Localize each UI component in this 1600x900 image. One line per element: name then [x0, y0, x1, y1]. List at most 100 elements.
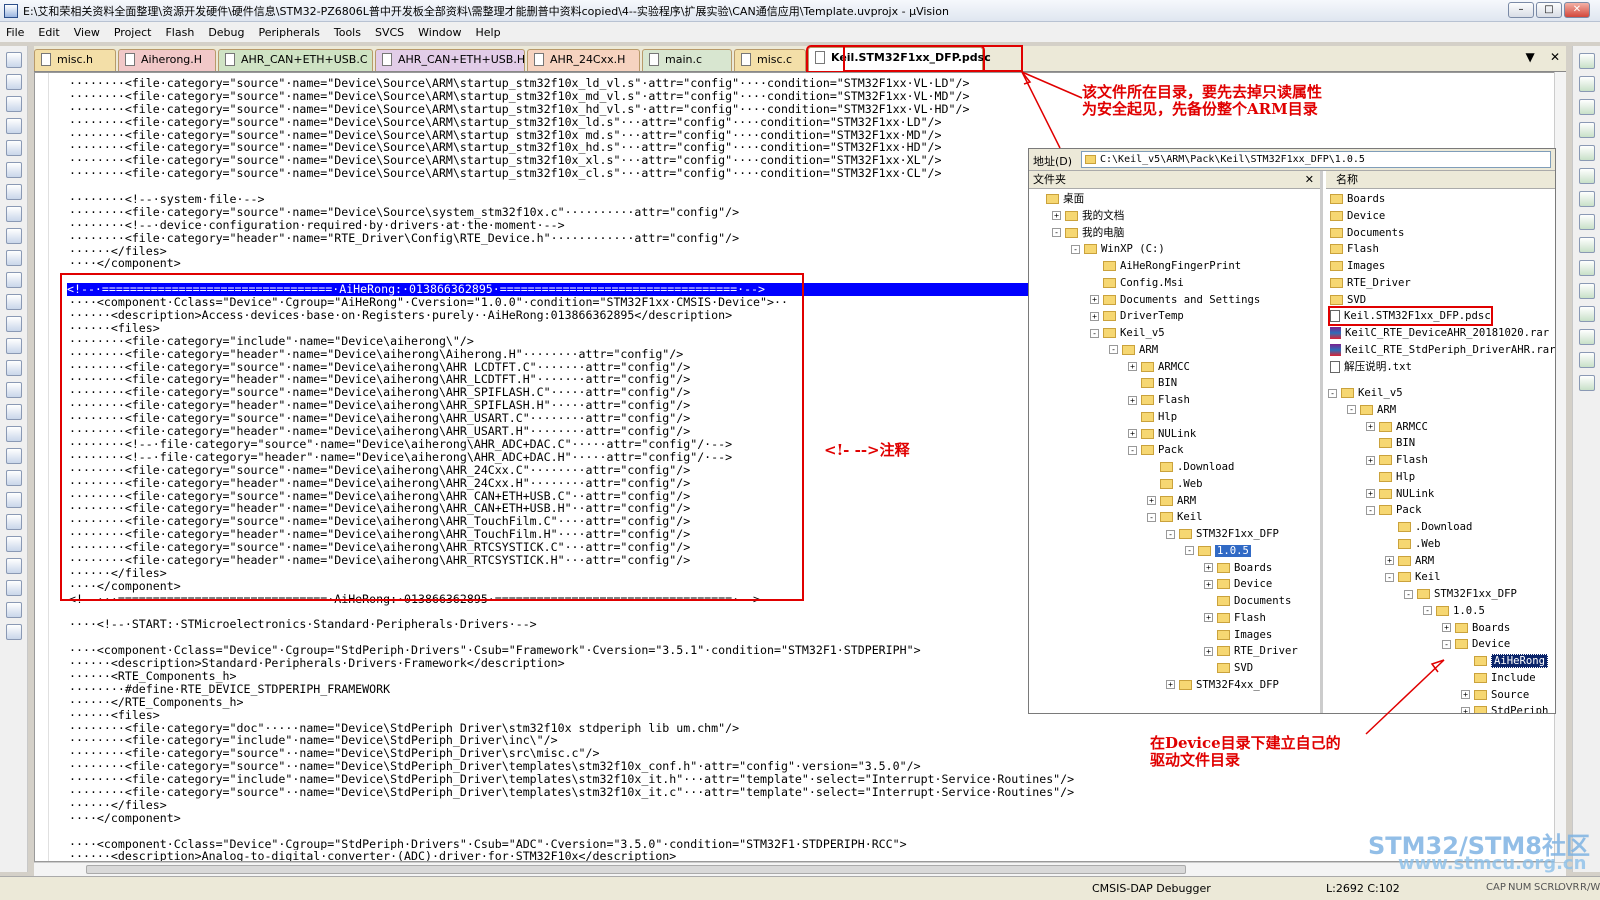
tree-item[interactable]: + ARMCC: [1366, 419, 1428, 435]
tree-item[interactable]: - 1.0.5: [1185, 543, 1251, 559]
file-list-item[interactable]: Boards: [1330, 191, 1385, 207]
toolbar-tool-icon[interactable]: [6, 624, 22, 640]
tree-item[interactable]: BIN: [1128, 375, 1177, 391]
menu-edit[interactable]: Edit: [38, 26, 59, 39]
tree-item[interactable]: .Download: [1385, 519, 1472, 535]
toolbar-tool-icon[interactable]: [1579, 329, 1595, 345]
toolbar-tool-icon[interactable]: [6, 118, 22, 134]
toolbar-tool-icon[interactable]: [1579, 375, 1595, 391]
tree-item[interactable]: + Device: [1204, 576, 1272, 592]
toolbar-tool-icon[interactable]: [1579, 214, 1595, 230]
file-list-item[interactable]: Device: [1330, 208, 1385, 224]
collapse-icon[interactable]: -: [1385, 572, 1394, 582]
tree-item[interactable]: Hlp: [1366, 469, 1415, 485]
toolbar-tool-icon[interactable]: [1579, 237, 1595, 253]
toolbar-tool-icon[interactable]: [1579, 283, 1595, 299]
tree-item[interactable]: - Keil: [1147, 509, 1203, 525]
tree-item[interactable]: AiHeRongFingerPrint: [1090, 258, 1241, 274]
tree-item[interactable]: - Keil_v5: [1328, 385, 1403, 401]
tab-file[interactable]: misc.c: [734, 49, 806, 71]
toolbar-tool-icon[interactable]: [6, 272, 22, 288]
tree-item[interactable]: - ARM: [1347, 402, 1396, 418]
code-line[interactable]: ········<file·category="source"·name="De…: [69, 90, 1565, 103]
menu-project[interactable]: Project: [114, 26, 152, 39]
toolbar-tool-icon[interactable]: [6, 338, 22, 354]
file-list-item[interactable]: Images: [1330, 258, 1385, 274]
tree-item[interactable]: + Documents and Settings: [1090, 292, 1260, 308]
tree-item[interactable]: + NULink: [1366, 486, 1434, 502]
tree-item[interactable]: + STM32F4xx_DFP: [1166, 677, 1279, 693]
tree-item[interactable]: + DriverTemp: [1090, 308, 1184, 324]
toolbar-tool-icon[interactable]: [6, 96, 22, 112]
code-line[interactable]: ········<file·category="source"·name="De…: [69, 116, 1565, 129]
expand-icon[interactable]: +: [1090, 311, 1099, 321]
toolbar-tool-icon[interactable]: [1579, 76, 1595, 92]
expand-icon[interactable]: +: [1204, 563, 1213, 572]
expand-icon[interactable]: +: [1204, 646, 1213, 656]
toolbar-tool-icon[interactable]: [6, 316, 22, 332]
toolbar-tool-icon[interactable]: [6, 228, 22, 244]
code-line[interactable]: ········<file·category="source"··name="D…: [69, 760, 1565, 773]
tree-item[interactable]: + NULink: [1128, 426, 1196, 442]
expand-icon[interactable]: +: [1461, 706, 1470, 713]
collapse-icon[interactable]: -: [1442, 639, 1451, 649]
code-line[interactable]: ····<component·Cclass="Device"·Cgroup="S…: [69, 838, 1565, 851]
toolbar-tool-icon[interactable]: [1579, 145, 1595, 161]
file-list-item[interactable]: 解压说明.txt: [1330, 359, 1412, 375]
toolbar-tool-icon[interactable]: [1579, 260, 1595, 276]
tree-item[interactable]: - 我的电脑: [1052, 225, 1124, 241]
collapse-icon[interactable]: -: [1166, 529, 1175, 539]
tree-item[interactable]: + StdPeriph_Dr: [1461, 703, 1555, 713]
toolbar-tool-icon[interactable]: [6, 404, 22, 420]
toolbar-tool-icon[interactable]: [1579, 352, 1595, 368]
toolbar-tool-icon[interactable]: [6, 536, 22, 552]
tree-item[interactable]: - 1.0.5: [1423, 603, 1485, 619]
code-line[interactable]: [69, 825, 1565, 838]
collapse-icon[interactable]: -: [1109, 345, 1118, 355]
minimize-button[interactable]: –: [1508, 2, 1534, 18]
collapse-icon[interactable]: -: [1090, 328, 1099, 338]
toolbar-tool-icon[interactable]: [6, 426, 22, 442]
toolbar-tool-icon[interactable]: [6, 580, 22, 596]
toolbar-tool-icon[interactable]: [6, 74, 22, 90]
code-line[interactable]: ········<file·category="source"·name="De…: [69, 103, 1565, 116]
tree-item[interactable]: + ARMCC: [1128, 359, 1190, 375]
tree-item[interactable]: .Web: [1385, 536, 1441, 552]
file-list-item[interactable]: Flash: [1330, 241, 1379, 257]
toolbar-tool-icon[interactable]: [6, 206, 22, 222]
menu-help[interactable]: Help: [476, 26, 501, 39]
file-list-item[interactable]: SVD: [1330, 292, 1366, 308]
expand-icon[interactable]: +: [1442, 623, 1451, 632]
file-list-item[interactable]: KeilC_RTE_DeviceAHR_20181020.rar: [1330, 325, 1549, 341]
expand-icon[interactable]: +: [1204, 579, 1213, 589]
collapse-icon[interactable]: -: [1052, 228, 1061, 237]
tab-list-dropdown-icon[interactable]: ▼: [1525, 50, 1534, 64]
toolbar-tool-icon[interactable]: [6, 140, 22, 156]
toolbar-tool-icon[interactable]: [6, 184, 22, 200]
expand-icon[interactable]: +: [1052, 211, 1061, 221]
tree-item[interactable]: .Download: [1147, 459, 1234, 475]
tree-item[interactable]: AiHeRong: [1461, 653, 1549, 669]
horizontal-scroll-thumb[interactable]: [86, 865, 1186, 874]
tree-item[interactable]: Include: [1461, 670, 1536, 686]
toolbar-tool-icon[interactable]: [6, 470, 22, 486]
toolbar-tool-icon[interactable]: [1579, 168, 1595, 184]
collapse-icon[interactable]: -: [1347, 405, 1356, 415]
tab-file[interactable]: AHR_24Cxx.H: [527, 49, 640, 71]
toolbar-tool-icon[interactable]: [1579, 306, 1595, 322]
menu-file[interactable]: File: [6, 26, 24, 39]
collapse-icon[interactable]: -: [1404, 589, 1413, 599]
expand-icon[interactable]: +: [1147, 496, 1156, 505]
collapse-icon[interactable]: -: [1328, 388, 1337, 398]
toolbar-tool-icon[interactable]: [6, 492, 22, 508]
toolbar-tool-icon[interactable]: [6, 514, 22, 530]
tree-item[interactable]: Hlp: [1128, 409, 1177, 425]
toolbar-tool-icon[interactable]: [6, 360, 22, 376]
tree-item[interactable]: + Flash: [1128, 392, 1190, 408]
expand-icon[interactable]: +: [1090, 295, 1099, 304]
toolbar-tool-icon[interactable]: [6, 162, 22, 178]
toolbar-tool-icon[interactable]: [6, 294, 22, 310]
collapse-icon[interactable]: -: [1185, 546, 1194, 556]
tab-file[interactable]: main.c: [642, 49, 732, 71]
tree-item[interactable]: + Flash: [1204, 610, 1266, 626]
